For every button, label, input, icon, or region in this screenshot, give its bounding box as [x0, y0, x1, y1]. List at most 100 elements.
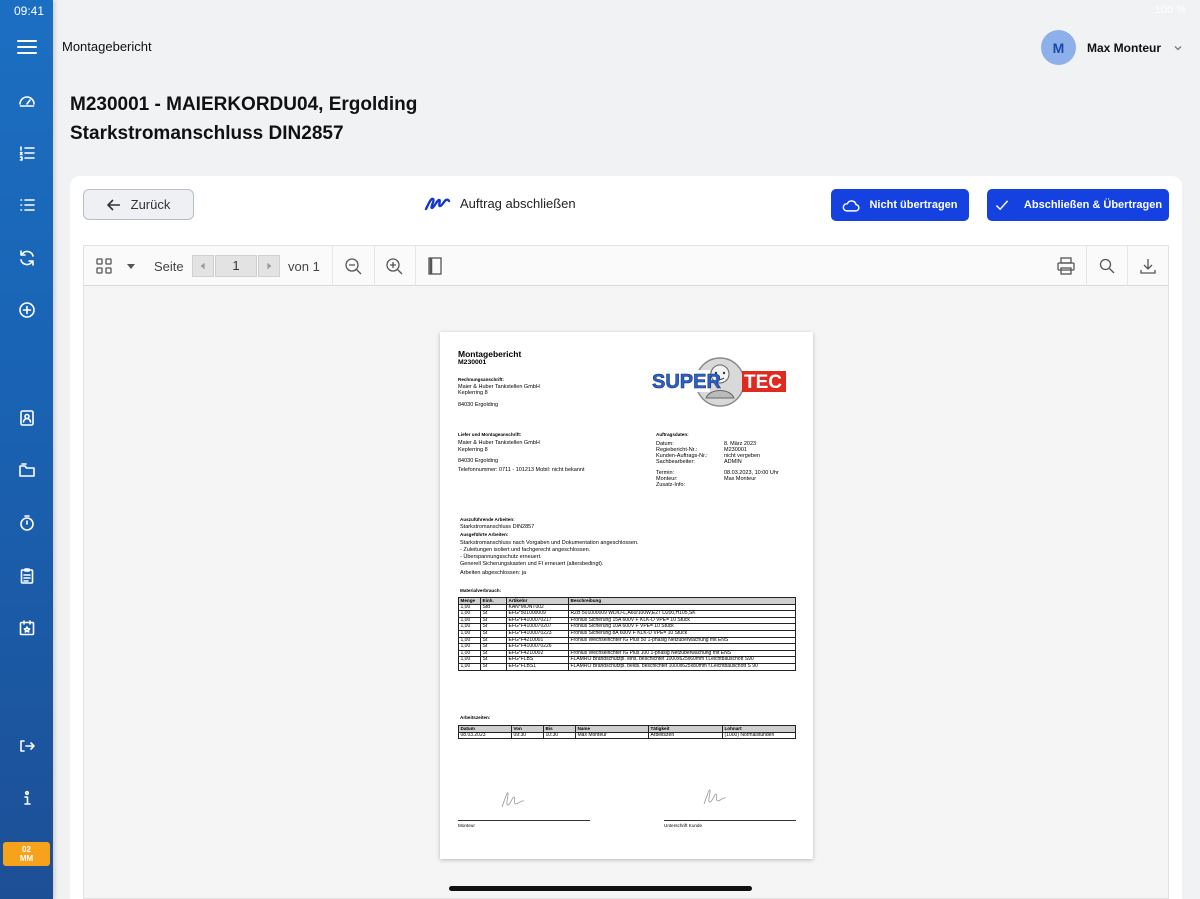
sidebar-item-sync[interactable] [0, 242, 53, 274]
table-cell: Fronius Wechselrichter IG Plus 50 1-phas… [568, 636, 796, 645]
back-button[interactable]: Zurück [83, 189, 194, 220]
sidebar-menu-button[interactable] [0, 31, 53, 63]
signature-icon [424, 197, 451, 211]
print-button[interactable] [1054, 255, 1078, 277]
material-heading: Materialverbrauch: [460, 588, 502, 593]
done-line: Generell Sicherungskasten und FI erneuer… [460, 561, 604, 567]
sidebar-item-dashboard[interactable] [0, 84, 53, 116]
sidebar: 02 MM [0, 0, 53, 899]
table-cell: 10:30 [543, 731, 576, 740]
doc-number: M230001 [458, 359, 487, 366]
badge-line-1: 02 [22, 845, 31, 854]
caret-down-icon [127, 264, 135, 269]
table-cell: EFG*FLBS1 [506, 662, 569, 671]
fit-page-icon [428, 257, 442, 275]
prev-page-button[interactable] [192, 255, 214, 277]
card-title: Auftrag abschließen [424, 193, 576, 213]
chevron-down-icon [1174, 45, 1182, 50]
billing-line: 84030 Ergolding [458, 402, 499, 408]
toolbar-divider [1127, 246, 1128, 286]
battery-indicator: 100 % [1154, 4, 1186, 16]
user-menu[interactable]: M Max Monteur [1040, 30, 1183, 65]
search-button[interactable] [1095, 255, 1119, 277]
signature-line-left [458, 820, 590, 821]
table-row: 08.03.2023 09:30 10:30 Max Monteur Arbeitsze… [458, 731, 796, 740]
material-table-body: 1,00 Std KAN*MONT002 1,00 St EFG*501000009 RZB… [458, 603, 796, 671]
sidebar-item-list[interactable] [0, 189, 53, 221]
sidebar-item-tasks[interactable] [0, 560, 53, 592]
table-cell: (1000) Normalstunden [722, 731, 796, 740]
table-cell: FLAMRO Brandschutzpl. beids. beschichtet… [568, 662, 796, 671]
zoom-out-button[interactable] [342, 255, 364, 277]
next-page-button[interactable] [258, 255, 280, 277]
app-title: Montagebericht [62, 39, 152, 54]
sidebar-item-info[interactable] [0, 782, 53, 814]
sidebar-item-folders[interactable] [0, 454, 53, 486]
toolbar-divider [415, 246, 416, 286]
material-table: Menge Einh. Artikelnr Beschreibung 1,00 S… [458, 597, 796, 671]
sidebar-item-logout[interactable] [0, 730, 53, 762]
table-cell: St [480, 662, 507, 671]
nicht-uebertragen-button[interactable]: Nicht übertragen [831, 189, 969, 221]
menu-icon [16, 40, 37, 54]
sync-icon [19, 250, 34, 266]
done-line: - Zuleitungen isoliert und fachgerecht a… [460, 547, 591, 553]
time-table: Datum Von Bis Name Tätigkeit Lohnart 08.… [458, 725, 796, 740]
sidebar-item-orders[interactable] [0, 137, 53, 169]
delivery-line: Maier & Huber Tankstellen GmbH [458, 440, 540, 446]
sidebar-item-add[interactable] [0, 294, 53, 326]
delivery-heading: Liefer und Montageanschrift: [458, 432, 522, 437]
calendar-icon [19, 620, 34, 636]
top-bar: Montagebericht M Max Monteur [53, 22, 1200, 74]
supertec-logo: SUPER TEC [650, 357, 786, 407]
sig-left-label: Monteur [458, 823, 475, 828]
sidebar-item-contacts[interactable] [0, 402, 53, 434]
work-heading: Auszuführende Arbeiten: [460, 517, 515, 522]
svg-text:TEC: TEC [744, 372, 782, 393]
table-cell: 09:30 [511, 731, 544, 740]
page-number-input[interactable]: 1 [215, 255, 257, 277]
time-heading: Arbeitszeiten: [460, 715, 491, 720]
dashboard-icon [18, 96, 35, 107]
cloud-icon [843, 199, 861, 212]
table-cell: Arbeitszeit [648, 731, 723, 740]
chevron-right-icon [267, 262, 272, 270]
order-label: Zusatz-Info: [656, 482, 686, 488]
abschliessen-uebertragen-button[interactable]: Abschließen & Übertragen [987, 189, 1169, 221]
timer-icon [19, 515, 34, 531]
time-table-body: 08.03.2023 09:30 10:30 Max Monteur Arbeitsze… [458, 731, 796, 740]
zoom-in-button[interactable] [383, 255, 405, 277]
table-cell: 08.03.2023 [458, 731, 512, 740]
zoom-in-icon [386, 258, 403, 275]
page-title: M230001 - MAIERKORDU04, Ergolding Starks… [70, 90, 417, 148]
billing-line: Keplerring 8 [458, 390, 488, 396]
card-title-label: Auftrag abschließen [460, 195, 576, 211]
view-mode-dropdown[interactable] [121, 255, 141, 277]
ordered-list-icon [19, 146, 35, 161]
add-circle-icon [18, 302, 35, 318]
page-title-line-2: Starkstromanschluss DIN2857 [70, 123, 344, 144]
check-icon [995, 199, 1009, 210]
back-button-label: Zurück [130, 197, 171, 212]
toolbar-divider [332, 246, 333, 286]
pdf-viewer: Seite 1 von 1 Montagebericht M230001 SUP… [83, 245, 1169, 899]
delivery-line: Keplerring 8 [458, 447, 488, 453]
table-cell: 1,00 [458, 662, 481, 671]
doc-title: Montagebericht [458, 349, 522, 359]
download-button[interactable] [1136, 255, 1160, 277]
main-card: Zurück Auftrag abschließen Nicht übertra… [70, 176, 1182, 899]
toolbar-divider [1086, 246, 1087, 286]
home-indicator [449, 886, 752, 891]
svg-text:SUPER: SUPER [652, 371, 721, 393]
user-initials-badge[interactable]: 02 MM [3, 842, 50, 866]
thumbnails-button[interactable] [93, 255, 115, 277]
customer-signature [703, 789, 727, 805]
sidebar-item-calendar[interactable] [0, 612, 53, 644]
sidebar-item-timer[interactable] [0, 507, 53, 539]
delivery-line: 84030 Ergolding [458, 458, 499, 464]
column-header: Beschreibung [568, 597, 796, 605]
work-text: Starkstromanschluss DIN2857 [460, 524, 535, 530]
sig-right-label: Unterschrift Kunde [664, 823, 703, 828]
fit-page-button[interactable] [424, 255, 446, 277]
abschliessen-uebertragen-label: Abschließen & Übertragen [1023, 199, 1163, 211]
